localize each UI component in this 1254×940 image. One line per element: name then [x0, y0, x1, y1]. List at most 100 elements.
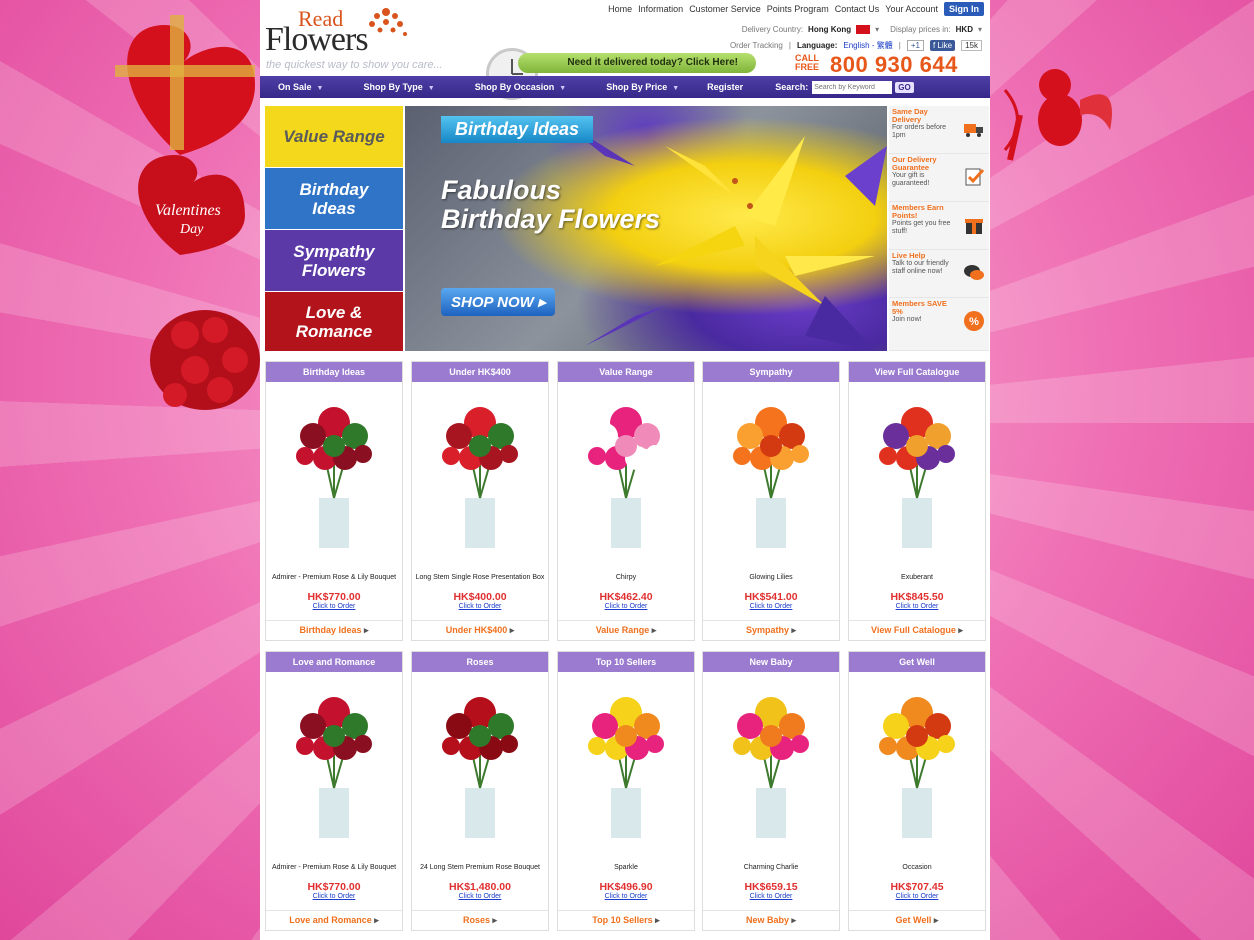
bloom-shape — [906, 725, 928, 747]
banner-category-love-romance[interactable]: Love & Romance — [265, 292, 403, 351]
feature-save-5[interactable]: Members SAVE 5% Join now! % — [889, 298, 989, 351]
product-card[interactable]: New Baby Charming Charlie HK$659.15 Click t… — [702, 651, 840, 931]
play-arrow-icon: ▸ — [374, 915, 379, 925]
feature-earn-points[interactable]: Members Earn Points! Points get you free… — [889, 202, 989, 250]
product-name: 24 Long Stem Premium Rose Bouquet — [420, 864, 540, 871]
play-arrow-icon: ▸ — [537, 294, 546, 311]
product-image[interactable] — [567, 388, 685, 563]
order-tracking-link[interactable]: Order Tracking — [730, 41, 783, 50]
product-card[interactable]: Top 10 Sellers Sparkle HK$496.90 Click to O… — [557, 651, 695, 931]
category-footer-link[interactable]: Get Well ▸ — [849, 910, 985, 926]
category-footer-link[interactable]: Sympathy ▸ — [703, 620, 839, 636]
bloom-shape — [588, 447, 606, 465]
click-to-order-link[interactable]: Click to Order — [412, 603, 548, 610]
banner-category-birthday-ideas[interactable]: Birthday Ideas — [265, 168, 403, 229]
product-category-header[interactable]: Roses — [412, 652, 548, 672]
click-to-order-link[interactable]: Click to Order — [558, 603, 694, 610]
category-footer-link[interactable]: Birthday Ideas ▸ — [266, 620, 402, 636]
bloom-shape — [500, 445, 518, 463]
product-category-header[interactable]: Birthday Ideas — [266, 362, 402, 382]
category-footer-link[interactable]: Top 10 Sellers ▸ — [558, 910, 694, 926]
product-card[interactable]: Love and Romance Admirer - Premium Rose &… — [265, 651, 403, 931]
click-to-order-link[interactable]: Click to Order — [266, 603, 402, 610]
chevron-down-icon[interactable]: ▾ — [875, 25, 879, 34]
banner-category-value-range[interactable]: Value Range — [265, 106, 403, 167]
product-image[interactable] — [858, 678, 976, 853]
product-card[interactable]: Birthday Ideas Admirer - Premium Rose & L… — [265, 361, 403, 641]
google-plus-button[interactable]: +1 — [906, 40, 924, 51]
top-link-customer-service[interactable]: Customer Service — [689, 4, 761, 14]
category-footer-link[interactable]: Under HK$400 ▸ — [412, 620, 548, 636]
nav-item-on-sale[interactable]: On Sale ▼ — [260, 82, 333, 92]
product-category-header[interactable]: View Full Catalogue — [849, 362, 985, 382]
product-image[interactable] — [275, 388, 393, 563]
product-category-header[interactable]: Sympathy — [703, 362, 839, 382]
bloom-shape — [937, 735, 955, 753]
phone-number[interactable]: 800 930 644 — [830, 52, 958, 78]
footer-label: Sympathy — [745, 625, 789, 635]
category-footer-link[interactable]: Value Range ▸ — [558, 620, 694, 636]
product-image[interactable] — [421, 678, 539, 853]
product-image[interactable] — [421, 388, 539, 563]
nav-item-shop-by-price[interactable]: Shop By Price ▼ — [576, 82, 689, 92]
product-card[interactable]: Get Well Occasion HK$707.45 Click to Order G… — [848, 651, 986, 931]
product-card[interactable]: Roses 24 Long Stem Premium Rose Bouquet HK… — [411, 651, 549, 931]
banner-category-sympathy-flowers[interactable]: Sympathy Flowers — [265, 230, 403, 291]
click-to-order-link[interactable]: Click to Order — [703, 603, 839, 610]
product-price: HK$659.15 — [744, 881, 798, 893]
category-footer-link[interactable]: New Baby ▸ — [703, 910, 839, 926]
click-to-order-link[interactable]: Click to Order — [849, 893, 985, 900]
search-input[interactable] — [812, 80, 893, 94]
sign-in-button[interactable]: Sign In — [944, 2, 984, 16]
click-to-order-link[interactable]: Click to Order — [703, 893, 839, 900]
product-card[interactable]: Sympathy Glowing Lilies HK$541.00 Click to … — [702, 361, 840, 641]
product-category-header[interactable]: Under HK$400 — [412, 362, 548, 382]
product-card[interactable]: Value Range Chirpy HK$462.40 Click to Order… — [557, 361, 695, 641]
product-category-header[interactable]: New Baby — [703, 652, 839, 672]
bloom-shape — [592, 713, 618, 739]
chevron-down-icon[interactable]: ▾ — [978, 25, 982, 34]
bloom-shape — [300, 423, 326, 449]
category-footer-link[interactable]: Roses ▸ — [412, 910, 548, 926]
product-category-header[interactable]: Love and Romance — [266, 652, 402, 672]
hero-image[interactable]: Birthday Ideas Fabulous Birthday Flowers… — [405, 106, 887, 351]
shop-now-button[interactable]: SHOP NOW ▸ — [441, 288, 556, 316]
nav-item-register[interactable]: Register — [689, 82, 753, 92]
top-link-information[interactable]: Information — [638, 4, 683, 14]
product-card[interactable]: View Full Catalogue Exuberant HK$845.50 Cli… — [848, 361, 986, 641]
top-link-points-program[interactable]: Points Program — [767, 4, 829, 14]
top-link-contact-us[interactable]: Contact Us — [835, 4, 880, 14]
feature-live-help[interactable]: Live Help Talk to our friendly staff onl… — [889, 250, 989, 298]
nav-item-shop-by-type[interactable]: Shop By Type ▼ — [333, 82, 444, 92]
facebook-like-button[interactable]: f Like — [929, 40, 956, 51]
product-image[interactable] — [275, 678, 393, 853]
delivery-country-label: Delivery Country: — [741, 25, 804, 34]
product-image[interactable] — [858, 388, 976, 563]
product-image[interactable] — [712, 388, 830, 563]
product-category-header[interactable]: Value Range — [558, 362, 694, 382]
currency-select[interactable]: HKD — [956, 25, 973, 34]
vase-shape — [756, 788, 786, 838]
delivered-today-banner[interactable]: Need it delivered today? Click Here! — [518, 53, 756, 73]
bloom-shape — [354, 735, 372, 753]
delivery-country-select[interactable]: Hong Kong — [808, 25, 851, 34]
click-to-order-link[interactable]: Click to Order — [412, 893, 548, 900]
top-link-home[interactable]: Home — [608, 4, 632, 14]
product-card[interactable]: Under HK$400 Long Stem Single Rose Presen… — [411, 361, 549, 641]
click-to-order-link[interactable]: Click to Order — [266, 893, 402, 900]
feature-same-day-delivery[interactable]: Same Day Delivery For orders before 1pm — [889, 106, 989, 154]
product-image[interactable] — [712, 678, 830, 853]
click-to-order-link[interactable]: Click to Order — [849, 603, 985, 610]
click-to-order-link[interactable]: Click to Order — [558, 893, 694, 900]
language-select[interactable]: English - 繁體 — [843, 40, 892, 51]
product-category-header[interactable]: Top 10 Sellers — [558, 652, 694, 672]
product-category-header[interactable]: Get Well — [849, 652, 985, 672]
nav-item-shop-by-occasion[interactable]: Shop By Occasion ▼ — [445, 82, 576, 92]
product-image[interactable] — [567, 678, 685, 853]
category-footer-link[interactable]: Love and Romance ▸ — [266, 910, 402, 926]
category-footer-link[interactable]: View Full Catalogue ▸ — [849, 620, 985, 636]
call-free-label: CALL FREE — [795, 54, 819, 72]
search-go-button[interactable]: GO — [895, 81, 914, 93]
feature-delivery-guarantee[interactable]: Our Delivery Guarantee Your gift is guar… — [889, 154, 989, 202]
top-link-your-account[interactable]: Your Account — [885, 4, 938, 14]
